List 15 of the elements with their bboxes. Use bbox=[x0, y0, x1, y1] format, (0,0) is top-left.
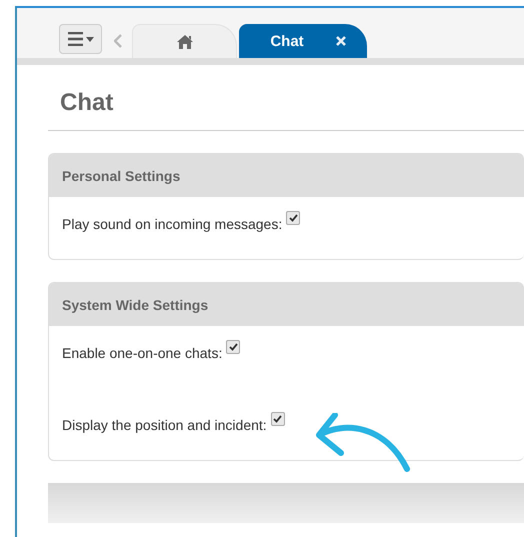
checkbox[interactable] bbox=[226, 340, 240, 354]
checkbox[interactable] bbox=[286, 211, 300, 225]
panel-title: Personal Settings bbox=[62, 168, 180, 184]
page-title: Chat bbox=[59, 88, 114, 118]
setting-label: Display the position and incident: bbox=[62, 417, 267, 433]
home-tab[interactable] bbox=[132, 24, 237, 58]
panel-title: System Wide Settings bbox=[62, 296, 208, 312]
checkbox[interactable] bbox=[270, 412, 285, 426]
setting-label: Enable one-on-one chats: bbox=[62, 345, 222, 361]
menu-icon bbox=[68, 32, 94, 46]
home-icon bbox=[176, 34, 194, 50]
tab[interactable]: Chat bbox=[239, 24, 367, 58]
setting-label: Play sound on incoming messages: bbox=[62, 216, 282, 232]
menu-button[interactable] bbox=[59, 24, 102, 54]
close-icon[interactable] bbox=[336, 36, 346, 46]
